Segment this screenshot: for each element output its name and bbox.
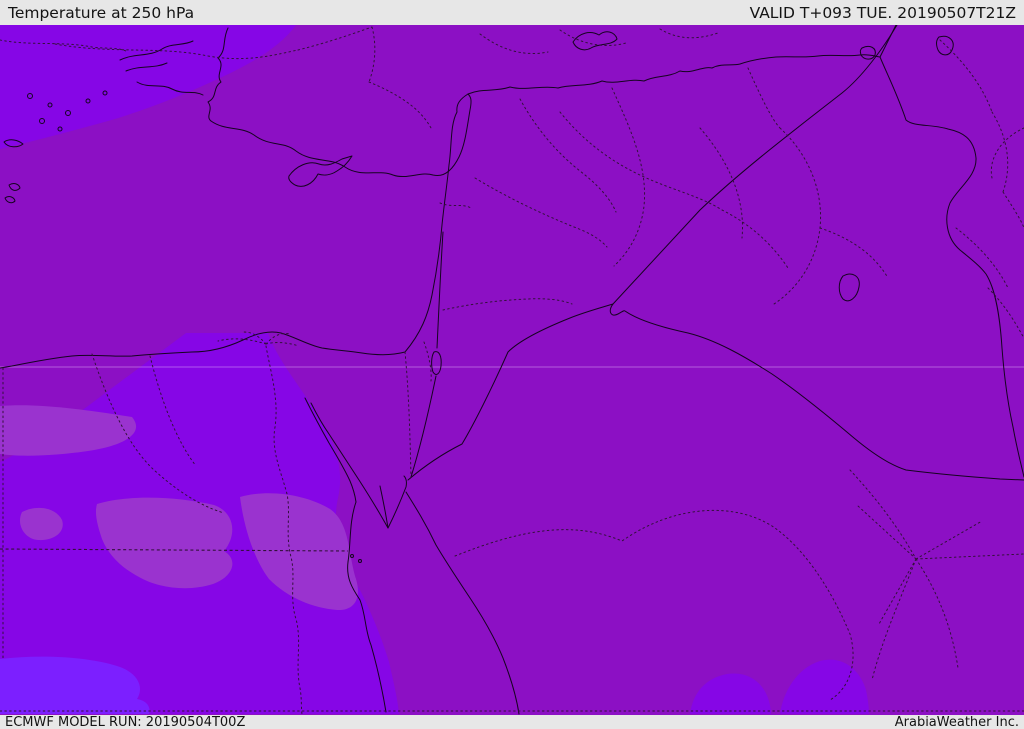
model-run-label: ECMWF MODEL RUN: 20190504T00Z <box>5 714 246 729</box>
branding-label: ArabiaWeather Inc. <box>894 714 1019 729</box>
title-bar: Temperature at 250 hPa VALID T+093 TUE. … <box>0 0 1024 25</box>
map-canvas <box>0 25 1024 715</box>
page-title: Temperature at 250 hPa <box>8 3 195 22</box>
weather-map-screen: Temperature at 250 hPa VALID T+093 TUE. … <box>0 0 1024 729</box>
status-bar: ECMWF MODEL RUN: 20190504T00Z ArabiaWeat… <box>0 715 1024 729</box>
valid-time-label: VALID T+093 TUE. 20190507T21Z <box>749 3 1016 22</box>
temperature-map-svg <box>0 25 1024 715</box>
